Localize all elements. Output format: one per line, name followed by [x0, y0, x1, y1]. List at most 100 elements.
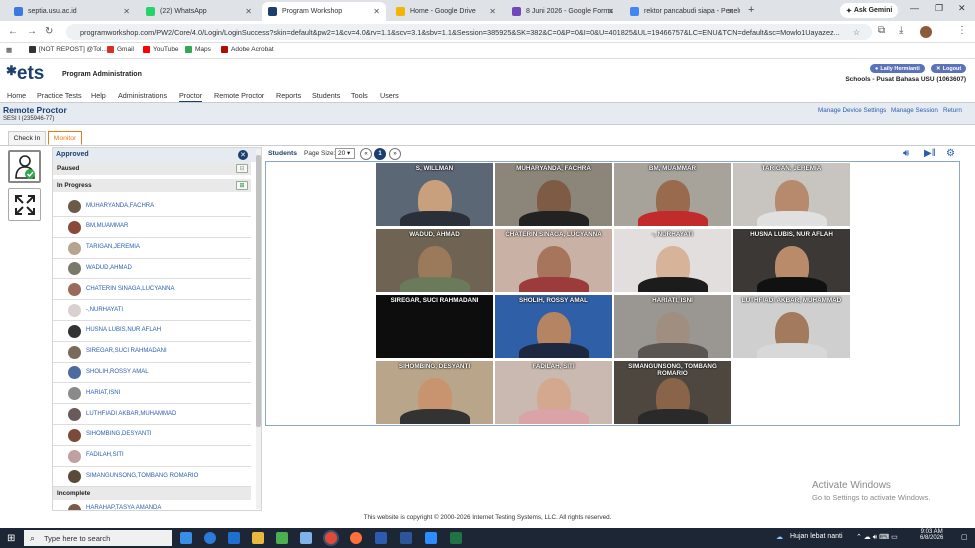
student-row[interactable]: SIHOMBING,DESYANTI: [53, 425, 251, 446]
zoom-icon[interactable]: [425, 532, 437, 544]
student-row[interactable]: TARIGAN,JEREMIA: [53, 238, 251, 259]
student-view-button[interactable]: [8, 150, 41, 183]
firefox-icon[interactable]: [350, 532, 362, 544]
audio-icon[interactable]: 🔊︎: [903, 148, 909, 159]
prev-page-button[interactable]: «: [360, 148, 372, 160]
bookmark-item[interactable]: YouTube: [143, 46, 179, 53]
file-explorer-icon[interactable]: [252, 532, 264, 544]
student-video-tile[interactable]: SHOLIH, ROSSY AMAL: [495, 295, 612, 358]
in-progress-action-icon[interactable]: ⊞: [236, 181, 248, 190]
tab-close-icon[interactable]: ✕: [489, 7, 496, 16]
student-list-scrollbar[interactable]: [256, 149, 261, 509]
apps-grid-icon[interactable]: ▦: [6, 46, 12, 54]
logout-button[interactable]: ✕ Logout: [931, 64, 967, 73]
notifications-icon[interactable]: ▢: [961, 533, 968, 541]
student-video-tile[interactable]: LUTHFIADI AKBAR, MUHAMMAD: [733, 295, 850, 358]
windows-start-icon[interactable]: ⊞: [7, 533, 15, 544]
bookmark-item[interactable]: Adobe Acrobat: [221, 46, 274, 53]
tab-monitor[interactable]: Monitor: [48, 131, 82, 145]
copilot-icon[interactable]: [228, 532, 240, 544]
menu-item-tools[interactable]: Tools: [351, 91, 368, 100]
student-video-tile[interactable]: HUSNA LUBIS, NUR AFLAH: [733, 229, 850, 292]
close-icon[interactable]: ✕: [238, 150, 248, 160]
extensions-icon[interactable]: ⧉: [878, 25, 885, 36]
more-menu-icon[interactable]: ⋮: [957, 25, 967, 36]
tab-close-icon[interactable]: ✕: [373, 7, 380, 16]
play-pause-icon[interactable]: ▶‖: [924, 148, 936, 159]
store-icon[interactable]: [276, 532, 288, 544]
menu-item-administrations[interactable]: Administrations: [118, 91, 167, 100]
student-video-tile[interactable]: BM, MUAMMAR: [614, 163, 731, 226]
current-page-button[interactable]: 1: [374, 148, 386, 160]
settings-gear-icon[interactable]: ⚙: [946, 148, 955, 159]
back-icon[interactable]: ←: [8, 26, 18, 37]
browser-tab[interactable]: 8 Juni 2026 - Google Forms ✕: [506, 2, 620, 21]
student-video-tile[interactable]: -, NURHAYATI: [614, 229, 731, 292]
close-window-icon[interactable]: ✕: [958, 3, 966, 14]
ask-gemini-button[interactable]: ✦ Ask Gemini: [840, 3, 899, 18]
student-video-tile[interactable]: CHATERIN SINAGA, LUCYANNA: [495, 229, 612, 292]
browser-tab[interactable]: (22) WhatsApp ✕: [140, 2, 258, 21]
next-page-button[interactable]: »: [389, 148, 401, 160]
star-icon[interactable]: ☆: [853, 28, 860, 37]
student-row[interactable]: HUSNA LUBIS,NUR AFLAH: [53, 321, 251, 342]
student-row[interactable]: CHATERIN SINAGA,LUCYANNA: [53, 279, 251, 301]
student-row[interactable]: SIMANGUNSONG,TOMBANG ROMARIO: [53, 466, 251, 488]
student-video-tile[interactable]: HARIATI, ISNI: [614, 295, 731, 358]
student-row[interactable]: MUHARYANDA,FACHRA: [53, 196, 251, 217]
manage-session-link[interactable]: Manage Session: [891, 107, 938, 114]
student-row[interactable]: SHOLIH,ROSSY AMAL: [53, 362, 251, 384]
tab-close-icon[interactable]: ✕: [607, 7, 614, 16]
user-button[interactable]: ● Laily Hermianti: [870, 64, 925, 73]
clock[interactable]: 9:03 AM 6/8/2026: [920, 529, 943, 541]
system-tray-icons[interactable]: ⌃ ☁ 🔊︎ ⌨ ▭: [856, 533, 898, 542]
forward-icon[interactable]: →: [27, 26, 37, 37]
app-icon-2[interactable]: [375, 532, 387, 544]
task-view-icon[interactable]: [180, 532, 192, 544]
menu-item-help[interactable]: Help: [91, 91, 106, 100]
menu-item-proctor[interactable]: Proctor: [179, 91, 203, 102]
word-icon[interactable]: [400, 532, 412, 544]
student-video-tile[interactable]: SIMANGUNSONG, TOMBANG ROMARIO: [614, 361, 731, 424]
tab-close-icon[interactable]: ✕: [727, 7, 734, 16]
new-tab-button[interactable]: +: [748, 4, 754, 16]
student-video-tile[interactable]: MUHARYANDA, FACHRA: [495, 163, 612, 226]
taskbar-search[interactable]: ⌕ Type here to search: [24, 530, 172, 546]
browser-tab[interactable]: Home - Google Drive ✕: [390, 2, 502, 21]
student-row[interactable]: FADILAH,SITI: [53, 446, 251, 467]
expand-view-button[interactable]: [8, 188, 41, 221]
student-row[interactable]: LUTHFIADI AKBAR,MUHAMMAD: [53, 404, 251, 425]
menu-item-users[interactable]: Users: [380, 91, 399, 100]
browser-tab[interactable]: rektor pancabudi siapa - Penelu ✕: [624, 2, 740, 21]
menu-item-students[interactable]: Students: [312, 91, 340, 100]
minimize-icon[interactable]: —: [910, 3, 919, 13]
menu-item-reports[interactable]: Reports: [276, 91, 301, 100]
weather-text[interactable]: Hujan lebat nanti: [790, 533, 843, 540]
bookmark-item[interactable]: [NOT REPOST] @Tol...: [29, 46, 107, 53]
incomplete-row[interactable]: HARAHAP,TASYA AMANDA: [53, 501, 251, 510]
page-size-select[interactable]: 20 ▾: [335, 148, 355, 159]
scrollbar-thumb[interactable]: [256, 155, 261, 427]
url-field[interactable]: programworkshop.com/PW2/Core/4.0/Login/L…: [66, 24, 872, 40]
student-video-tile[interactable]: SIHOMBING, DESYANTI: [376, 361, 493, 424]
chrome-icon[interactable]: [325, 532, 337, 544]
student-video-tile[interactable]: SIREGAR, SUCI RAHMADANI: [376, 295, 493, 358]
menu-item-remote-proctor[interactable]: Remote Proctor: [214, 91, 264, 100]
student-video-tile[interactable]: WADUD, AHMAD: [376, 229, 493, 292]
tab-close-icon[interactable]: ✕: [123, 7, 130, 16]
student-row[interactable]: WADUD,AHMAD: [53, 258, 251, 280]
download-icon[interactable]: ⤓: [899, 25, 903, 36]
student-row[interactable]: -,NURHAYATI: [53, 300, 251, 321]
paused-action-icon[interactable]: ⊟: [236, 164, 248, 173]
student-row[interactable]: HARIAT,ISNI: [53, 383, 251, 405]
edge-icon[interactable]: [204, 532, 216, 544]
student-row[interactable]: SIREGAR,SUCI RAHMADANI: [53, 342, 251, 363]
browser-tab[interactable]: septia.usu.ac.id ✕: [8, 2, 136, 21]
tab-check-in[interactable]: Check In: [8, 131, 46, 145]
menu-item-home[interactable]: Home: [7, 91, 26, 100]
student-video-tile[interactable]: FADILAH, SITI: [495, 361, 612, 424]
profile-avatar[interactable]: [920, 26, 932, 38]
return-link[interactable]: Return: [943, 107, 962, 114]
excel-icon[interactable]: [450, 532, 462, 544]
tab-close-icon[interactable]: ✕: [245, 7, 252, 16]
